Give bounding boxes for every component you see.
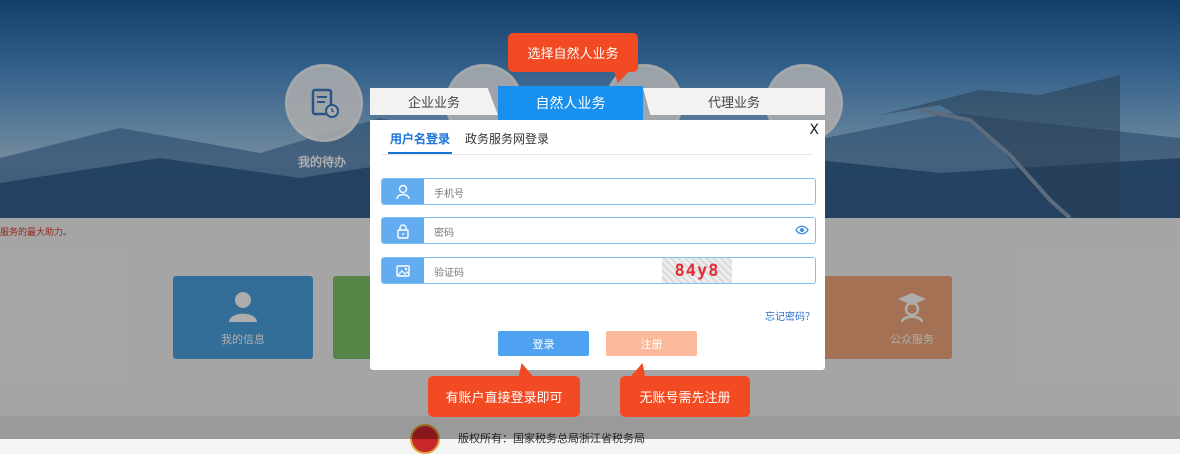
password-input[interactable]: 密码 — [434, 224, 454, 239]
image-icon — [382, 258, 424, 283]
password-field[interactable]: 密码 — [381, 217, 816, 244]
eye-icon[interactable] — [795, 224, 809, 236]
forgot-password-link[interactable]: 忘记密码？ — [765, 308, 815, 323]
login-dialog: X 用户名登录 政务服务网登录 手机号 密码 验证码 84y8 忘记密码？ 登录… — [370, 120, 825, 370]
tab-gov-service-login[interactable]: 政务服务网登录 — [465, 130, 549, 147]
phone-field[interactable]: 手机号 — [381, 178, 816, 205]
tab-natural-person[interactable]: 自然人业务 — [498, 86, 643, 120]
captcha-input[interactable]: 验证码 — [434, 264, 464, 279]
callout-register-hint: 无账号需先注册 — [620, 376, 750, 417]
business-tabs: 企业业务 代理业务 自然人业务 — [370, 86, 825, 120]
user-icon — [382, 179, 424, 204]
callout-login-hint: 有账户直接登录即可 — [428, 376, 580, 417]
tab-agent[interactable]: 代理业务 — [643, 88, 825, 115]
tab-username-login[interactable]: 用户名登录 — [390, 130, 450, 147]
register-button[interactable]: 注册 — [606, 331, 697, 356]
lock-icon — [382, 218, 424, 243]
active-tab-underline — [388, 152, 452, 154]
captcha-field[interactable]: 验证码 84y8 — [381, 257, 816, 284]
captcha-image[interactable]: 84y8 — [662, 258, 732, 283]
login-button[interactable]: 登录 — [498, 331, 589, 356]
callout-select-natural: 选择自然人业务 — [508, 33, 638, 72]
phone-input[interactable]: 手机号 — [434, 185, 464, 200]
login-method-tabs: 用户名登录 政务服务网登录 — [382, 120, 813, 155]
tab-enterprise[interactable]: 企业业务 — [370, 88, 498, 115]
